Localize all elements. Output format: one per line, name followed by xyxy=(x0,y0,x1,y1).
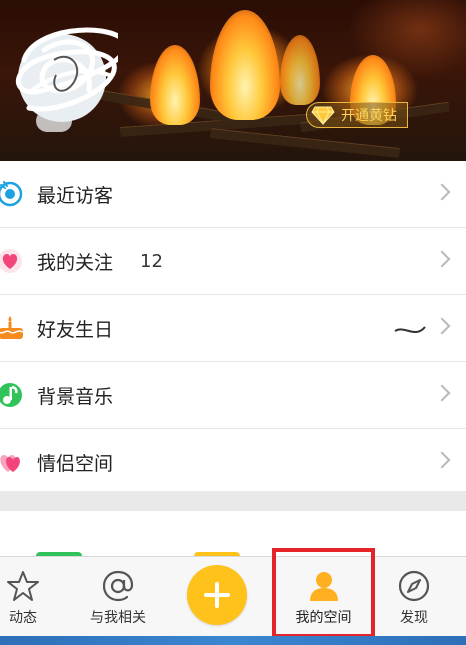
birthday-cake-icon xyxy=(0,314,26,342)
section-divider xyxy=(0,491,466,511)
menu-item-label: 最近访客 xyxy=(37,184,114,207)
tab-feed[interactable]: 动态 xyxy=(0,557,46,637)
compass-icon xyxy=(398,570,430,602)
tab-label: 发现 xyxy=(400,610,428,626)
diamond-icon xyxy=(311,106,335,125)
menu-item-label: 情侣空间 xyxy=(37,452,114,475)
menu-item-label: 背景音乐 xyxy=(37,385,114,408)
chevron-right-icon xyxy=(433,250,451,268)
bottom-edge-strip xyxy=(0,636,466,645)
chevron-right-icon xyxy=(433,183,451,201)
avatar[interactable] xyxy=(14,20,118,126)
tab-related-to-me[interactable]: 与我相关 xyxy=(78,557,158,637)
tab-label: 与我相关 xyxy=(90,610,146,626)
couple-hearts-icon xyxy=(0,448,26,476)
menu-item-my-follows[interactable]: 我的关注 12 xyxy=(0,228,466,295)
menu-item-couple-space[interactable]: 情侣空间 xyxy=(0,429,466,496)
menu-item-label: 好友生日 xyxy=(37,318,114,341)
menu-item-background-music[interactable]: 背景音乐 xyxy=(0,362,466,429)
profile-menu-list: 最近访客 我的关注 12 好友生日 背景音乐 情侣空间 xyxy=(0,161,466,496)
profile-cover-banner[interactable]: 开通黄钻 xyxy=(0,0,466,161)
chevron-right-icon xyxy=(433,451,451,469)
open-yellow-diamond-label: 开通黄钻 xyxy=(341,108,397,124)
visitor-eye-icon xyxy=(0,180,26,208)
redaction-scribble xyxy=(385,315,435,340)
at-icon xyxy=(102,570,134,602)
star-icon xyxy=(7,571,39,601)
heart-icon xyxy=(0,247,26,275)
tab-label: 动态 xyxy=(9,610,37,626)
menu-item-label: 我的关注 xyxy=(37,251,114,274)
open-yellow-diamond-button[interactable]: 开通黄钻 xyxy=(306,102,408,128)
music-note-icon xyxy=(0,381,26,409)
secondary-section xyxy=(0,511,466,556)
tab-discover[interactable]: 发现 xyxy=(384,557,444,637)
menu-item-recent-visitors[interactable]: 最近访客 xyxy=(0,161,466,228)
follow-count: 12 xyxy=(140,250,163,272)
menu-item-friend-birthdays[interactable]: 好友生日 xyxy=(0,295,466,362)
chevron-right-icon xyxy=(433,317,451,335)
publish-plus-button[interactable] xyxy=(187,565,247,625)
chevron-right-icon xyxy=(433,384,451,402)
highlight-annotation-box xyxy=(272,548,375,638)
